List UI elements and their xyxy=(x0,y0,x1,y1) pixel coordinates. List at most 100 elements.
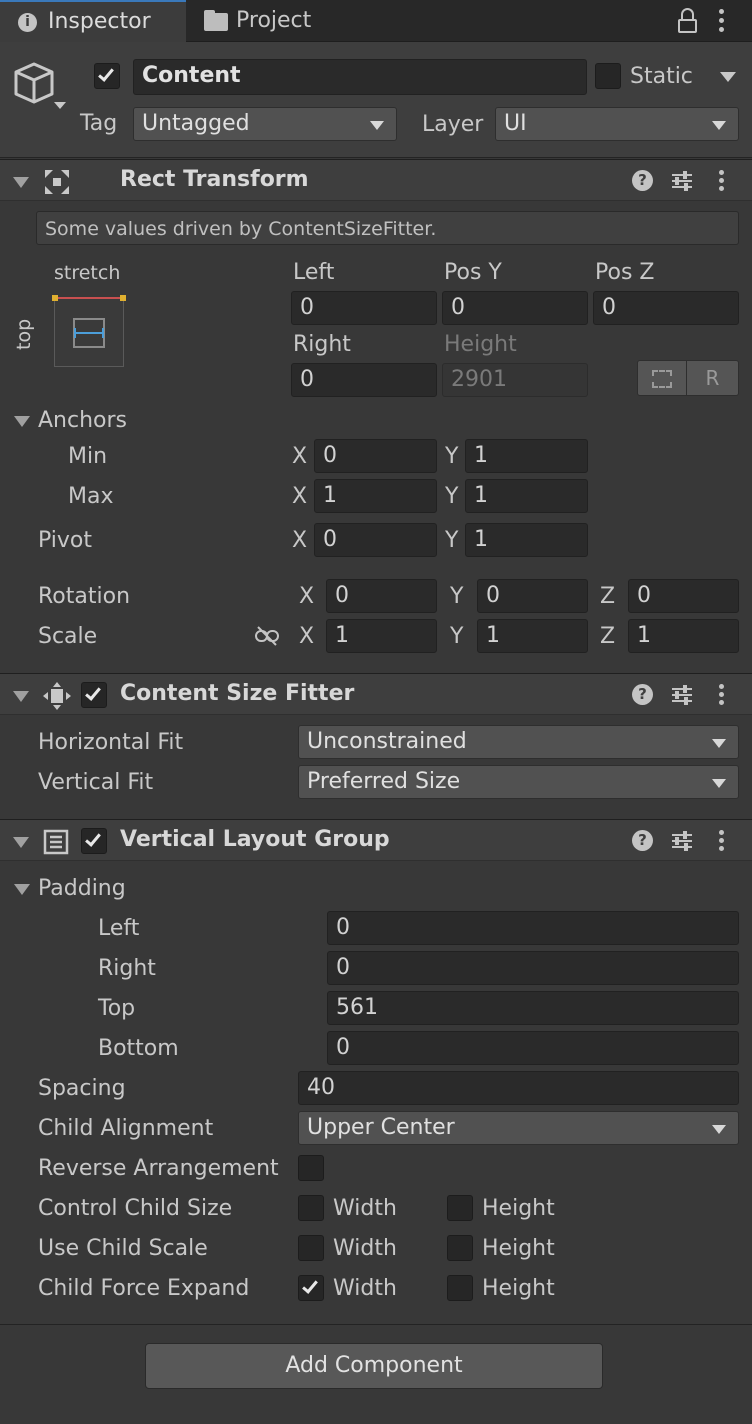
scale-x-field[interactable]: 1 xyxy=(326,619,437,653)
csf-enabled-checkbox[interactable] xyxy=(81,682,107,708)
static-dropdown-arrow-icon[interactable] xyxy=(720,72,736,82)
content-size-fitter-header[interactable]: Content Size Fitter ? xyxy=(0,673,752,715)
min-y-field[interactable]: 1 xyxy=(465,439,588,473)
child-force-expand-label: Child Force Expand xyxy=(38,1276,250,1301)
max-y-value: 1 xyxy=(474,483,488,508)
use-child-scale-width-checkbox[interactable] xyxy=(298,1235,324,1261)
min-x-field[interactable]: 0 xyxy=(314,439,437,473)
padding-foldout-icon[interactable] xyxy=(14,884,30,895)
max-x-field[interactable]: 1 xyxy=(314,479,437,513)
vlg-enabled-checkbox[interactable] xyxy=(81,828,107,854)
use-child-scale-height-checkbox[interactable] xyxy=(447,1235,473,1261)
rect-transform-foldout-icon[interactable] xyxy=(13,177,29,188)
stretch-arrow-icon xyxy=(75,332,103,334)
gameobject-cube-icon[interactable] xyxy=(12,60,70,116)
vertical-fit-dropdown[interactable]: Preferred Size xyxy=(298,765,739,799)
right-field[interactable]: 0 xyxy=(291,363,437,397)
raw-edit-button[interactable]: R xyxy=(686,360,739,396)
anchors-foldout-icon[interactable] xyxy=(14,416,30,427)
rot-z-field[interactable]: 0 xyxy=(628,579,739,613)
rot-y-field[interactable]: 0 xyxy=(477,579,588,613)
max-label: Max xyxy=(68,484,114,509)
posy-label: Pos Y xyxy=(444,260,502,285)
child-force-expand-height-checkbox[interactable] xyxy=(447,1275,473,1301)
scale-x-value: 1 xyxy=(335,623,349,648)
control-child-size-height-checkbox[interactable] xyxy=(447,1195,473,1221)
chevron-down-icon xyxy=(712,121,726,130)
min-x-value: 0 xyxy=(323,443,337,468)
padding-top-field[interactable]: 561 xyxy=(327,991,739,1025)
static-label: Static xyxy=(630,64,693,89)
vlg-foldout-icon[interactable] xyxy=(13,837,29,848)
anchors-label[interactable]: Anchors xyxy=(38,407,127,435)
scale-y-field[interactable]: 1 xyxy=(477,619,588,653)
chevron-down-icon xyxy=(712,779,726,788)
padding-left-field[interactable]: 0 xyxy=(327,911,739,945)
scale-label: Scale xyxy=(38,624,98,649)
padding-left-label: Left xyxy=(98,916,140,941)
blueprint-mode-button[interactable] xyxy=(637,360,687,396)
pivot-y-label: Y xyxy=(445,528,459,553)
rot-x-field[interactable]: 0 xyxy=(326,579,437,613)
layer-dropdown[interactable]: UI xyxy=(495,107,739,141)
padding-bottom-value: 0 xyxy=(336,1035,350,1060)
chevron-down-icon xyxy=(712,1125,726,1134)
pivot-x-label: X xyxy=(292,528,308,553)
tag-value: Untagged xyxy=(142,111,250,136)
active-checkbox[interactable] xyxy=(94,63,120,89)
object-name-field[interactable]: Content xyxy=(133,59,587,95)
rect-transform-icon xyxy=(45,170,69,194)
tab-project[interactable]: Project xyxy=(190,0,340,42)
posz-field[interactable]: 0 xyxy=(593,291,739,325)
posz-value: 0 xyxy=(602,295,616,320)
anchor-preset-button[interactable] xyxy=(52,295,126,367)
rot-x-label: X xyxy=(299,584,315,609)
padding-right-field[interactable]: 0 xyxy=(327,951,739,985)
rect-transform-header[interactable]: Rect Transform ? xyxy=(0,159,752,201)
folder-icon xyxy=(204,13,228,31)
scale-z-field[interactable]: 1 xyxy=(628,619,739,653)
lock-icon[interactable] xyxy=(678,8,698,34)
component-menu-icon[interactable] xyxy=(718,170,726,194)
reverse-arrangement-checkbox[interactable] xyxy=(298,1155,324,1181)
child-force-expand-width-checkbox[interactable] xyxy=(298,1275,324,1301)
add-component-button[interactable]: Add Component xyxy=(145,1343,603,1389)
posy-field[interactable]: 0 xyxy=(442,291,588,325)
component-menu-icon[interactable] xyxy=(718,684,726,708)
component-menu-icon[interactable] xyxy=(718,830,726,854)
left-field[interactable]: 0 xyxy=(291,291,437,325)
vertical-layout-group-header[interactable]: Vertical Layout Group ? xyxy=(0,819,752,861)
max-x-value: 1 xyxy=(323,483,337,508)
horizontal-fit-dropdown[interactable]: Unconstrained xyxy=(298,725,739,759)
presets-icon[interactable] xyxy=(670,830,694,852)
vlg-check-icon xyxy=(85,830,101,847)
pivot-x-field[interactable]: 0 xyxy=(314,523,437,557)
raw-edit-label: R xyxy=(705,366,720,390)
tab-menu-icon[interactable] xyxy=(718,9,726,35)
rot-y-label: Y xyxy=(450,584,464,609)
driven-info-text: Some values driven by ContentSizeFitter. xyxy=(45,218,437,240)
spacing-field[interactable]: 40 xyxy=(298,1071,739,1105)
left-label: Left xyxy=(293,260,335,285)
use-child-scale-height-label: Height xyxy=(482,1236,555,1261)
max-y-field[interactable]: 1 xyxy=(465,479,588,513)
force-expand-width-check-icon xyxy=(302,1277,318,1294)
help-icon[interactable]: ? xyxy=(632,170,653,191)
pivot-y-field[interactable]: 1 xyxy=(465,523,588,557)
child-alignment-dropdown[interactable]: Upper Center xyxy=(298,1111,739,1145)
csf-foldout-icon[interactable] xyxy=(13,691,29,702)
presets-icon[interactable] xyxy=(670,170,694,192)
static-checkbox[interactable] xyxy=(595,63,621,89)
control-child-size-width-checkbox[interactable] xyxy=(298,1195,324,1221)
tab-inspector[interactable]: i Inspector xyxy=(0,0,186,42)
help-icon[interactable]: ? xyxy=(632,830,653,851)
help-icon[interactable]: ? xyxy=(632,684,653,705)
active-check-icon xyxy=(98,65,114,82)
padding-bottom-field[interactable]: 0 xyxy=(327,1031,739,1065)
unlinked-scale-icon[interactable] xyxy=(254,625,280,647)
tag-dropdown[interactable]: Untagged xyxy=(133,107,397,141)
padding-label[interactable]: Padding xyxy=(38,875,126,903)
padding-right-value: 0 xyxy=(336,955,350,980)
presets-icon[interactable] xyxy=(670,684,694,706)
control-child-size-height-label: Height xyxy=(482,1196,555,1221)
